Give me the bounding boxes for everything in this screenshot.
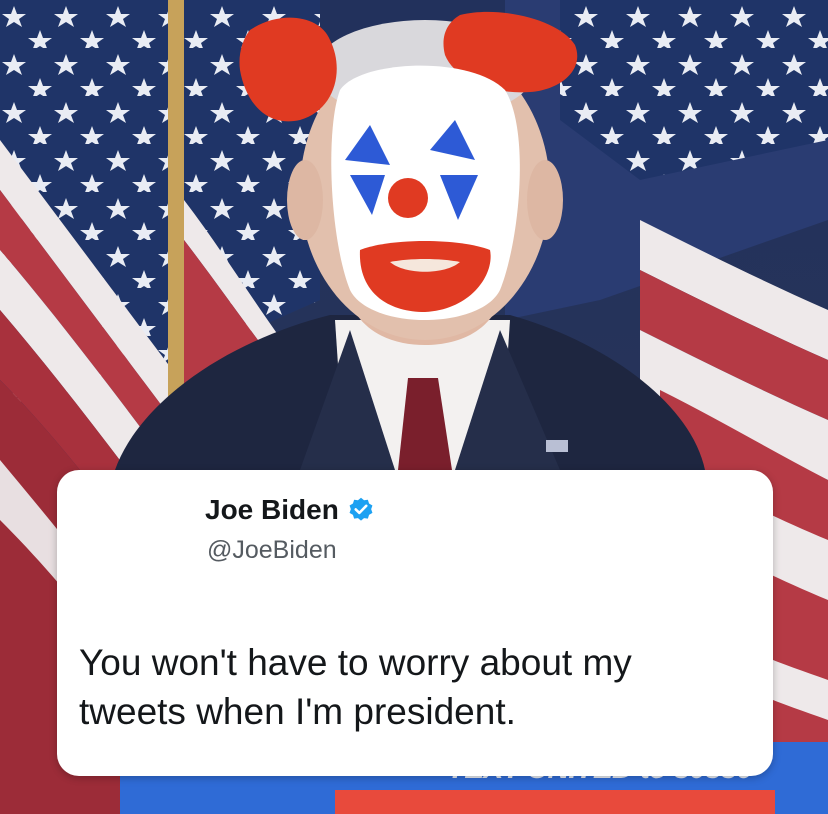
tweet-body-line-1: You won't have to worry about my bbox=[79, 642, 632, 683]
verified-badge-icon bbox=[349, 497, 373, 521]
tweet-author-handle: @JoeBiden bbox=[207, 536, 337, 564]
tweet-body: You won't have to worry about my tweets … bbox=[79, 638, 759, 736]
author-name-text: Joe Biden bbox=[205, 494, 339, 525]
tweet-author-name: Joe Biden bbox=[205, 494, 375, 526]
tweet-body-line-2: tweets when I'm president. bbox=[79, 691, 516, 732]
tweet-card: Joe Biden @JoeBiden You won't have to wo… bbox=[57, 470, 773, 776]
